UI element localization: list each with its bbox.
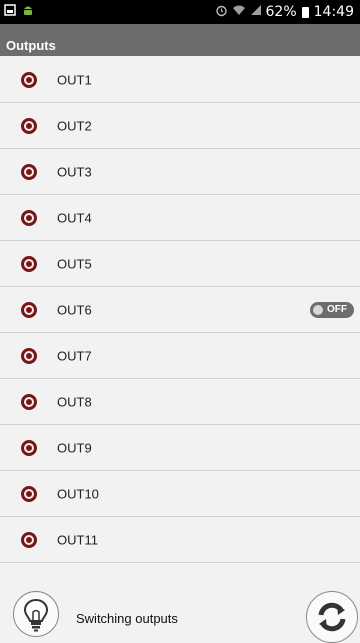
alarm-icon [215, 4, 228, 21]
output-row-6[interactable]: OUT6 OFF [0, 287, 360, 333]
clock: 14:49 [313, 4, 354, 20]
output-label: OUT10 [57, 486, 99, 501]
radio-selected-icon[interactable] [21, 485, 37, 502]
android-icon [22, 4, 34, 20]
refresh-icon [318, 602, 346, 632]
screenshot-icon [4, 4, 16, 20]
output-row-3[interactable]: OUT3 [0, 149, 360, 195]
radio-selected-icon[interactable] [21, 393, 37, 410]
radio-selected-icon[interactable] [21, 163, 37, 180]
toggle-state: OFF [327, 304, 347, 315]
status-bar: 62% 14:49 [0, 0, 360, 24]
output-row-10[interactable]: OUT10 [0, 471, 360, 517]
output-row-1[interactable]: OUT1 [0, 57, 360, 103]
app-header: Outputs [0, 24, 360, 56]
signal-icon [250, 4, 262, 20]
radio-selected-icon[interactable] [21, 209, 37, 226]
output-row-9[interactable]: OUT9 [0, 425, 360, 471]
radio-selected-icon[interactable] [21, 117, 37, 134]
output-row-5[interactable]: OUT5 [0, 241, 360, 287]
battery-icon [301, 6, 309, 18]
switching-outputs-button[interactable] [13, 591, 59, 637]
output-label: OUT11 [57, 532, 98, 547]
output-label: OUT1 [57, 72, 92, 87]
output-row-8[interactable]: OUT8 [0, 379, 360, 425]
radio-selected-icon[interactable] [21, 439, 37, 456]
page-title: Outputs [6, 38, 56, 53]
battery-percent: 62% [265, 4, 297, 20]
output-label: OUT7 [57, 348, 92, 363]
output-row-2[interactable]: OUT2 [0, 103, 360, 149]
status-bar-left [4, 4, 34, 20]
bottom-bar: Switching outputs [0, 581, 360, 643]
output-label: OUT4 [57, 210, 92, 225]
output-row-7[interactable]: OUT7 [0, 333, 360, 379]
lightbulb-icon [23, 598, 49, 632]
refresh-button[interactable] [306, 591, 358, 643]
radio-selected-icon[interactable] [21, 347, 37, 364]
toggle-knob [313, 304, 323, 315]
output-label: OUT6 [57, 302, 92, 317]
wifi-icon [232, 4, 246, 20]
output-label: OUT3 [57, 164, 92, 179]
switching-outputs-label: Switching outputs [76, 611, 178, 626]
output-label: OUT2 [57, 118, 92, 133]
output-label: OUT9 [57, 440, 92, 455]
radio-selected-icon[interactable] [21, 531, 37, 548]
radio-selected-icon[interactable] [21, 301, 37, 318]
output-list: OUT1 OUT2 OUT3 OUT4 OUT5 OUT6 OFF OUT7 O… [0, 57, 360, 563]
radio-selected-icon[interactable] [21, 255, 37, 272]
output-row-4[interactable]: OUT4 [0, 195, 360, 241]
status-bar-right: 62% 14:49 [215, 4, 354, 21]
output-toggle-switch[interactable]: OFF [310, 301, 354, 318]
radio-selected-icon[interactable] [21, 71, 37, 88]
output-row-11[interactable]: OUT11 [0, 517, 360, 563]
output-label: OUT8 [57, 394, 92, 409]
output-label: OUT5 [57, 256, 92, 271]
